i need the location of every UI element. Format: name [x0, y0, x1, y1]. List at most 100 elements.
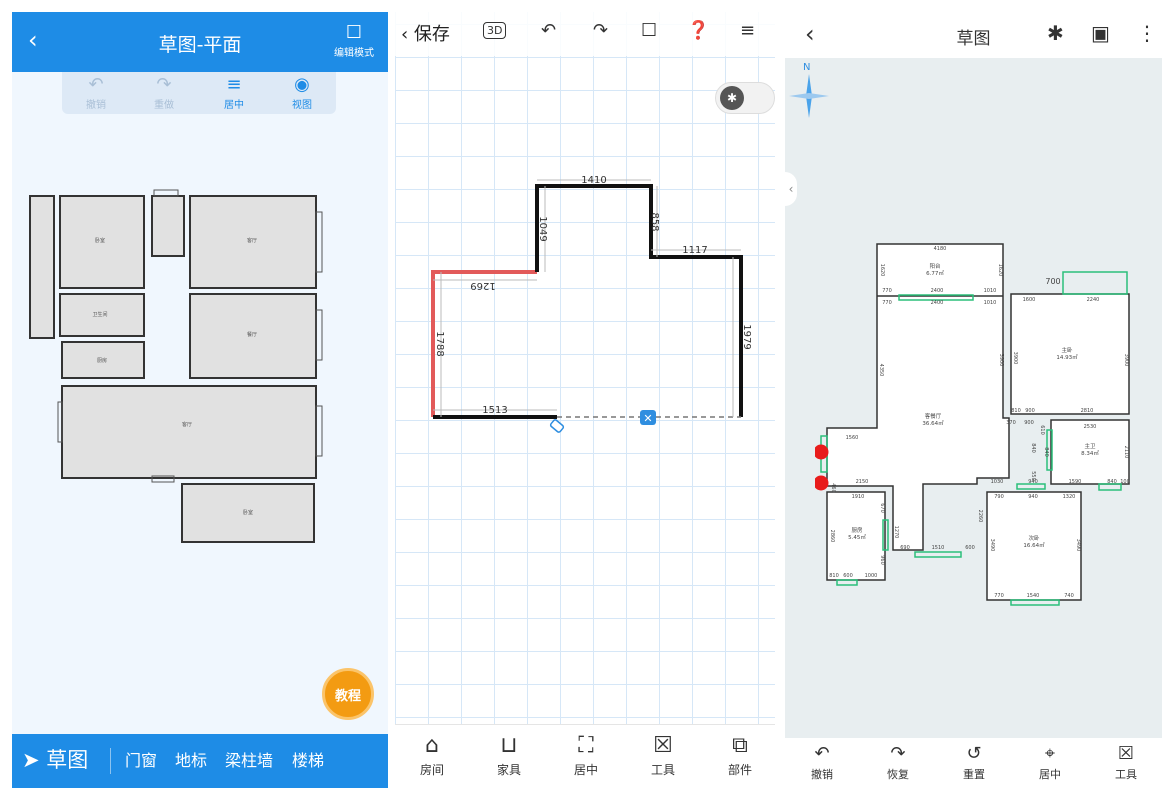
help-icon[interactable]: ❓: [687, 20, 709, 41]
menu-icon[interactable]: ≡: [740, 20, 755, 41]
save-icon[interactable]: ▣: [1091, 21, 1110, 45]
wall-drawing[interactable]: 1410 1117 1513 1049 858 1269 1788 1979 ✕: [395, 172, 775, 452]
svg-text:1590: 1590: [1069, 479, 1082, 485]
svg-text:3900: 3900: [1012, 352, 1018, 365]
tab-tools[interactable]: ☒ 工具: [1101, 742, 1151, 782]
landmark-tab[interactable]: 地标: [175, 747, 207, 771]
bluetooth-toggle[interactable]: ✱: [715, 82, 775, 114]
stairs-tab[interactable]: 楼梯: [292, 747, 324, 771]
dim-top: 1410: [581, 175, 606, 186]
full-plan-panel: ‹ 草图 ✱ ▣ ⋮ N ‹ 阳台 6.77㎡ 主卧 14.93㎡ 客餐厅 36…: [785, 12, 1162, 788]
svg-text:1000: 1000: [865, 573, 878, 579]
parts-icon: ⧉: [732, 733, 748, 758]
svg-text:6.77㎡: 6.77㎡: [926, 269, 944, 277]
top-bar: ‹ 草图 ✱ ▣ ⋮: [785, 12, 1162, 58]
svg-text:4350: 4350: [878, 364, 884, 377]
svg-text:2110: 2110: [1123, 446, 1129, 459]
svg-text:3900: 3900: [1123, 354, 1129, 367]
sketch-tab[interactable]: ➤ 草图: [22, 744, 88, 774]
apartment-floor-plan[interactable]: 阳台 6.77㎡ 主卧 14.93㎡ 客餐厅 36.64㎡ 主卫 8.34㎡ 厨…: [815, 240, 1162, 620]
dim-right: 1979: [741, 324, 752, 349]
svg-text:770: 770: [882, 300, 892, 306]
svg-text:900: 900: [1024, 420, 1034, 426]
lock-icon[interactable]: ☐: [641, 20, 657, 41]
redo-icon: ↷: [890, 743, 906, 764]
beam-column-wall-tab[interactable]: 梁柱墙: [225, 747, 273, 771]
doors-windows-tab[interactable]: 门窗: [125, 747, 157, 771]
undo-icon[interactable]: ↶: [541, 20, 556, 41]
svg-text:客厅: 客厅: [247, 237, 257, 244]
svg-text:1320: 1320: [1063, 494, 1076, 500]
sofa-icon: ⊔: [500, 733, 518, 758]
center-icon: ≡: [226, 74, 242, 95]
edit-mode-label: 编辑模式: [334, 48, 374, 59]
svg-text:3490: 3490: [1075, 539, 1081, 552]
redo-icon[interactable]: ↷: [593, 20, 608, 41]
toolbar: ↶ 撤销 ↷ 重做 ≡ 居中 ◉ 视图: [62, 72, 336, 114]
svg-text:1620: 1620: [997, 264, 1003, 277]
edit-mode-button[interactable]: ☐ 编辑模式: [324, 22, 384, 59]
tab-room[interactable]: ⌂ 房间: [407, 731, 457, 778]
svg-text:900: 900: [1025, 408, 1035, 414]
tab-center[interactable]: ⛶ 居中: [561, 731, 611, 778]
more-icon[interactable]: ⋮: [1137, 21, 1157, 45]
bottom-bar: ➤ 草图 门窗 地标 梁柱墙 楼梯: [12, 734, 388, 788]
svg-text:1560: 1560: [846, 435, 859, 441]
svg-text:14.93㎡: 14.93㎡: [1056, 353, 1078, 361]
svg-text:610: 610: [1039, 425, 1045, 435]
eye-icon: ◉: [294, 74, 310, 95]
svg-text:36.64㎡: 36.64㎡: [922, 419, 944, 427]
undo-button[interactable]: ↶ 撤销: [66, 74, 126, 111]
svg-text:次卧: 次卧: [1028, 534, 1040, 542]
tutorial-button[interactable]: 教程: [322, 668, 374, 720]
svg-text:1600: 1600: [1023, 297, 1036, 303]
redo-button[interactable]: ↷ 重做: [134, 74, 194, 111]
dim-left: 1788: [434, 331, 445, 356]
svg-text:1030: 1030: [991, 479, 1004, 485]
shrink-icon: ⌖: [1044, 743, 1056, 764]
3d-view-icon[interactable]: 3D: [483, 22, 507, 39]
top-toolbar: ‹ 保存 3D ↶ ↷ ☐ ❓ ≡: [395, 12, 775, 56]
dim-left-top: 1049: [537, 216, 548, 241]
tab-furniture[interactable]: ⊔ 家具: [484, 731, 534, 778]
tab-parts[interactable]: ⧉ 部件: [715, 731, 765, 778]
sketch-plan-panel: ‹ 草图-平面 ☐ 编辑模式 ↶ 撤销 ↷ 重做 ≡ 居中 ◉ 视图 卧室 客厅…: [12, 12, 388, 788]
view-button[interactable]: ◉ 视图: [272, 74, 332, 111]
svg-text:卫生间: 卫生间: [92, 311, 107, 318]
floor-plan-overview[interactable]: 卧室 客厅 卫生间 餐厅 厨房 客厅 卧室: [12, 182, 388, 552]
bluetooth-icon: ✱: [720, 86, 744, 110]
svg-text:2260: 2260: [977, 510, 983, 523]
tab-reset[interactable]: ↺ 重置: [949, 742, 999, 782]
toolbox-icon: ☒: [1117, 743, 1135, 764]
svg-text:1270: 1270: [893, 526, 899, 539]
svg-text:840: 840: [1030, 443, 1036, 453]
svg-text:16.64㎡: 16.64㎡: [1023, 541, 1045, 549]
pen-cursor-icon[interactable]: [549, 419, 565, 433]
dim-right-top: 1117: [682, 245, 707, 256]
side-panel-toggle[interactable]: ‹: [785, 172, 797, 206]
svg-text:3490: 3490: [989, 539, 995, 552]
tab-tools[interactable]: ☒ 工具: [638, 731, 688, 778]
tab-center[interactable]: ⌖ 居中: [1025, 742, 1075, 782]
bluetooth-icon[interactable]: ✱: [1047, 21, 1064, 45]
reset-icon: ↺: [966, 743, 982, 764]
svg-text:810: 810: [829, 573, 839, 579]
svg-text:940: 940: [1028, 479, 1038, 485]
dim-mid: 1269: [470, 280, 495, 291]
save-button[interactable]: ‹ 保存: [401, 20, 450, 46]
svg-text:770: 770: [882, 288, 892, 294]
svg-text:960: 960: [879, 555, 885, 565]
center-button[interactable]: ≡ 居中: [204, 74, 264, 111]
svg-text:810: 810: [1011, 408, 1021, 414]
svg-text:600: 600: [965, 545, 975, 551]
svg-text:840: 840: [1107, 479, 1117, 485]
svg-text:690: 690: [900, 545, 910, 551]
svg-text:5.45㎡: 5.45㎡: [848, 533, 866, 541]
tab-redo[interactable]: ↷ 恢复: [873, 742, 923, 782]
svg-text:1010: 1010: [984, 288, 997, 294]
svg-text:1510: 1510: [932, 545, 945, 551]
tab-undo[interactable]: ↶ 撤销: [797, 742, 847, 782]
svg-text:460: 460: [830, 483, 836, 493]
svg-text:1620: 1620: [879, 264, 885, 277]
svg-text:1540: 1540: [1027, 593, 1040, 599]
